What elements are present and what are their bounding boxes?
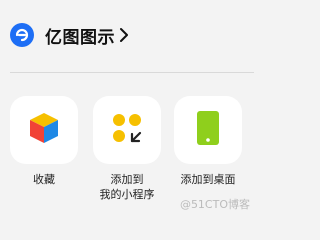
action-tiles: 收藏 添加到 我的小程序 添加到桌面 xyxy=(0,0,254,216)
add-to-desktop-button[interactable] xyxy=(174,96,242,164)
add-to-my-mini-programs-label: 添加到 我的小程序 xyxy=(93,172,161,202)
mini-program-menu: 亿图图示 收藏 添加到 我的小程序 添加到桌面 @51CTO博客 xyxy=(0,0,254,216)
label-line-2: 我的小程序 xyxy=(99,188,155,201)
add-to-desktop-label: 添加到桌面 xyxy=(180,173,236,186)
favorite-button[interactable] xyxy=(10,96,78,164)
watermark: @51CTO博客 xyxy=(179,198,250,211)
cube-favorite-icon xyxy=(27,110,61,150)
label-line-1: 添加到 xyxy=(110,173,144,186)
mini-program-icon xyxy=(111,112,143,148)
add-to-my-mini-programs-button[interactable] xyxy=(93,96,161,164)
favorite-label: 收藏 xyxy=(33,173,55,186)
phone-desktop-icon xyxy=(195,110,221,150)
